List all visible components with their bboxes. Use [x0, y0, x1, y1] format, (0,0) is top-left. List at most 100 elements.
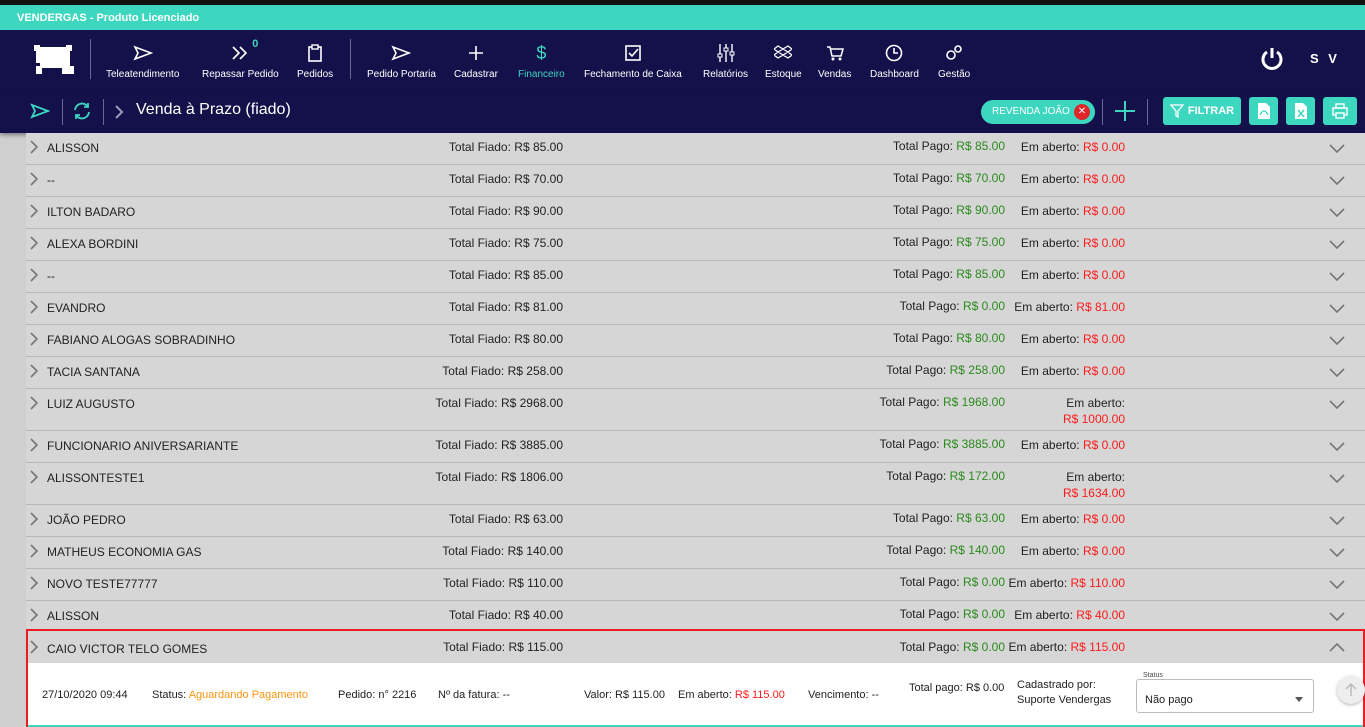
- print-button[interactable]: [1323, 97, 1357, 125]
- nav-vendas[interactable]: Vendas: [818, 42, 851, 82]
- separator: [62, 99, 63, 125]
- filter-label: FILTRAR: [1187, 105, 1235, 117]
- status-select-value: Não pago: [1145, 694, 1193, 706]
- chevron-up-icon[interactable]: [1329, 642, 1345, 652]
- em-aberto: Em aberto: R$ 0.00: [1020, 172, 1125, 186]
- chevron-right-icon: [30, 204, 39, 218]
- em-aberto: Em aberto: R$ 0.00: [1020, 268, 1125, 282]
- order-datetime: 27/10/2020 09:44: [42, 689, 128, 701]
- nav-repassar-pedido[interactable]: 0 Repassar Pedido: [202, 38, 279, 82]
- chevron-down-icon[interactable]: [1329, 580, 1345, 590]
- total-pago: Total Pago: R$ 0.00: [899, 640, 1005, 654]
- client-name: ILTON BADARO: [47, 205, 136, 219]
- client-row[interactable]: JOÃO PEDRO Total Fiado: R$ 63.00 Total Pag…: [26, 505, 1365, 537]
- chevron-down-icon[interactable]: [1329, 612, 1345, 622]
- client-row[interactable]: -- Total Fiado: R$ 85.00 Total Pago: R$ 85…: [26, 261, 1365, 293]
- total-fiado: Total Fiado: R$ 1806.00: [435, 470, 563, 484]
- client-row[interactable]: EVANDRO Total Fiado: R$ 81.00 Total Pago: …: [26, 293, 1365, 325]
- refresh-icon[interactable]: [72, 101, 92, 121]
- nav-financeiro[interactable]: $ Financeiro: [518, 42, 565, 82]
- checkbox-icon: [625, 45, 641, 61]
- registered-by-value: Suporte Vendergas: [1017, 694, 1112, 706]
- client-row[interactable]: MATHEUS ECONOMIA GAS Total Fiado: R$ 140.…: [26, 537, 1365, 569]
- user-initials[interactable]: S V: [1310, 51, 1340, 66]
- total-pago: Total Pago: R$ 0.00: [899, 575, 1005, 589]
- client-name: --: [47, 173, 55, 187]
- separator: [103, 99, 104, 125]
- client-row[interactable]: ILTON BADARO Total Fiado: R$ 90.00 Total P…: [26, 197, 1365, 229]
- chevron-down-icon[interactable]: [1329, 516, 1345, 526]
- power-icon[interactable]: [1259, 46, 1285, 72]
- plus-icon[interactable]: [1114, 100, 1136, 122]
- separator: [1102, 99, 1103, 125]
- client-row[interactable]: LUIZ AUGUSTO Total Fiado: R$ 2968.00 Total…: [26, 389, 1365, 431]
- chevron-down-icon[interactable]: [1329, 368, 1345, 378]
- chevron-right-icon: [30, 268, 39, 282]
- license-banner: VENDERGAS - Produto Licenciado: [0, 5, 1365, 30]
- chevron-down-icon[interactable]: [1329, 272, 1345, 282]
- revenda-filter-chip[interactable]: REVENDA JOÃO ✕: [981, 100, 1095, 124]
- status-select-label: Status: [1141, 672, 1165, 679]
- client-row[interactable]: ALISSONTESTE1 Total Fiado: R$ 1806.00 Tota…: [26, 463, 1365, 505]
- em-aberto: Em aberto: R$ 40.00: [1014, 608, 1125, 622]
- chevron-down-icon[interactable]: [1329, 442, 1345, 452]
- client-row[interactable]: FABIANO ALOGAS SOBRADINHO Total Fiado: R$…: [26, 325, 1365, 357]
- total-pago: Total Pago: R$ 3885.00: [879, 437, 1005, 451]
- total-fiado: Total Fiado: R$ 81.00: [448, 300, 563, 314]
- em-aberto: Em aberto: R$ 1000.00: [1062, 396, 1125, 426]
- invoice-number: Nº da fatura: --: [438, 689, 510, 701]
- export-pdf-button[interactable]: [1249, 97, 1278, 125]
- double-chevron-icon: [232, 46, 248, 60]
- pdf-file-icon: [1257, 103, 1270, 119]
- total-fiado: Total Fiado: R$ 3885.00: [435, 438, 563, 452]
- total-pago: Total Pago: R$ 0.00: [899, 607, 1005, 621]
- chevron-down-icon[interactable]: [1329, 400, 1345, 410]
- client-row[interactable]: FUNCIONARIO ANIVERSARIANTE Total Fiado: R…: [26, 431, 1365, 463]
- logo-icon[interactable]: [32, 42, 78, 76]
- chevron-down-icon[interactable]: [1329, 144, 1345, 154]
- nav-gestao[interactable]: Gestão: [938, 42, 970, 82]
- chevron-down-icon[interactable]: [1329, 336, 1345, 346]
- status-select[interactable]: Status Não pago: [1136, 672, 1314, 713]
- due-date: Vencimento: --: [808, 689, 879, 701]
- em-aberto: Em aberto: R$ 0.00: [1020, 512, 1125, 526]
- arrow-up-icon: [1345, 682, 1357, 696]
- order-value: Valor: R$ 115.00: [584, 689, 665, 701]
- nav-estoque[interactable]: Estoque: [765, 42, 802, 82]
- nav-relatorios[interactable]: Relatórios: [703, 42, 748, 82]
- nav-dashboard[interactable]: Dashboard: [870, 42, 919, 82]
- em-aberto: Em aberto: R$ 0.00: [1020, 204, 1125, 218]
- client-row[interactable]: TACIA SANTANA Total Fiado: R$ 258.00 Total…: [26, 357, 1365, 389]
- nav-fechamento-caixa[interactable]: Fechamento de Caixa: [584, 42, 682, 82]
- nav-cadastrar[interactable]: Cadastrar: [454, 42, 498, 82]
- total-fiado: Total Fiado: R$ 80.00: [448, 332, 563, 346]
- chevron-down-icon[interactable]: [1329, 548, 1345, 558]
- total-fiado: Total Fiado: R$ 85.00: [448, 140, 563, 154]
- nav-pedido-portaria[interactable]: Pedido Portaria: [367, 42, 436, 82]
- client-row[interactable]: ALISSON Total Fiado: R$ 85.00 Total Pago: …: [26, 133, 1365, 165]
- filter-button[interactable]: FILTRAR: [1163, 97, 1241, 125]
- total-pago: Total Pago: R$ 258.00: [886, 363, 1005, 377]
- client-row[interactable]: NOVO TESTE77777 Total Fiado: R$ 110.00 Tot…: [26, 569, 1365, 601]
- client-name: JOÃO PEDRO: [47, 513, 126, 527]
- chevron-down-icon[interactable]: [1329, 474, 1345, 484]
- order-status: Status: Aguardando Pagamento: [152, 689, 308, 701]
- chevron-down-icon[interactable]: [1329, 176, 1345, 186]
- close-icon[interactable]: ✕: [1074, 104, 1090, 120]
- export-excel-button[interactable]: [1286, 97, 1315, 125]
- nav-pedidos[interactable]: Pedidos: [297, 42, 333, 82]
- client-row[interactable]: ALEXA BORDINI Total Fiado: R$ 75.00 Total …: [26, 229, 1365, 261]
- chevron-down-icon[interactable]: [1329, 208, 1345, 218]
- chevron-right-icon: [30, 364, 39, 378]
- expanded-client-row[interactable]: CAIO VICTOR TELO GOMES Total Fiado: R$ 1…: [28, 631, 1363, 663]
- chevron-down-icon[interactable]: [1329, 240, 1345, 250]
- chevron-right-icon: [30, 140, 39, 154]
- client-row[interactable]: -- Total Fiado: R$ 70.00 Total Pago: R$ 70…: [26, 165, 1365, 197]
- order-total-paid: Total pago: R$ 0.00: [909, 682, 1005, 694]
- total-fiado: Total Fiado: R$ 115.00: [443, 640, 563, 654]
- chevron-down-icon[interactable]: [1329, 304, 1345, 314]
- send-icon[interactable]: [30, 103, 50, 119]
- scroll-top-button[interactable]: [1337, 676, 1365, 704]
- nav-teleatendimento[interactable]: Teleatendimento: [106, 42, 179, 82]
- total-pago: Total Pago: R$ 75.00: [892, 235, 1005, 249]
